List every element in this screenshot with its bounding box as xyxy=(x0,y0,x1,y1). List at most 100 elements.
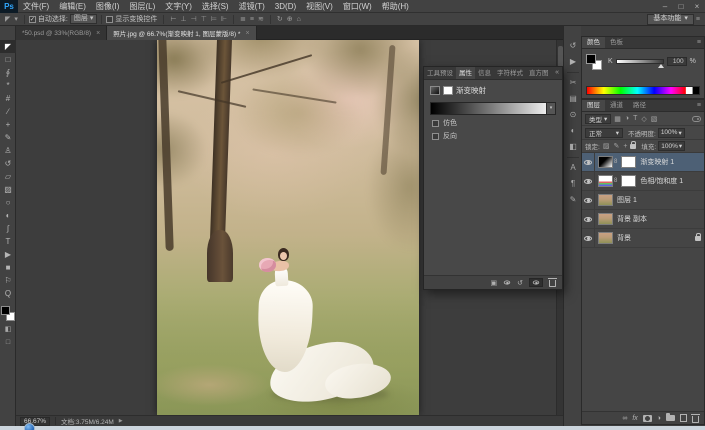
blend-mode-dropdown[interactable]: 正常 ▾ xyxy=(585,127,623,138)
adjustments-panel-icon[interactable]: ◐ xyxy=(564,123,582,139)
paragraph-panel-icon[interactable]: ¶ xyxy=(564,176,582,192)
filter-type-layers-icon[interactable]: T xyxy=(632,115,638,122)
reverse-checkbox[interactable] xyxy=(432,132,439,140)
workspace-menu-icon[interactable]: ≡ xyxy=(694,16,702,23)
foreground-color-swatch[interactable] xyxy=(0,306,10,315)
swatches-panel-icon[interactable]: ▤ xyxy=(564,91,582,107)
auto-select-checkbox[interactable]: ✓ xyxy=(28,15,36,23)
slider-knob-icon[interactable] xyxy=(657,64,664,68)
clip-to-layer-icon[interactable]: ▣ xyxy=(491,279,498,287)
healing-brush-tool[interactable]: + xyxy=(0,118,16,131)
toggle-visibility-button[interactable] xyxy=(529,278,543,287)
align-left-icon[interactable]: ⊢ xyxy=(168,15,178,23)
styles-panel-icon[interactable]: ◧ xyxy=(564,139,582,155)
layer-visibility-toggle[interactable] xyxy=(582,191,595,209)
menu-image[interactable]: 图像(I) xyxy=(91,0,125,13)
shape-tool[interactable]: ■ xyxy=(0,261,16,274)
auto-select-dropdown[interactable]: 图层 ▾ xyxy=(69,14,98,24)
layer-visibility-toggle[interactable] xyxy=(582,172,595,190)
tab-info[interactable]: 信息 xyxy=(475,67,494,79)
character-panel-icon[interactable]: A xyxy=(564,160,582,176)
dither-checkbox[interactable] xyxy=(432,119,439,127)
menu-view[interactable]: 视图(V) xyxy=(301,0,338,13)
menu-window[interactable]: 窗口(W) xyxy=(338,0,377,13)
layer-thumbnail[interactable] xyxy=(598,213,613,225)
menu-help[interactable]: 帮助(H) xyxy=(377,0,414,13)
menu-filter[interactable]: 滤镜(T) xyxy=(234,0,270,13)
blur-tool[interactable]: ○ xyxy=(0,196,16,209)
k-value-field[interactable]: 100 xyxy=(666,57,687,66)
gradient-tool[interactable]: ▨ xyxy=(0,183,16,196)
pen-tool[interactable]: ∫ xyxy=(0,222,16,235)
filter-toggle-switch[interactable] xyxy=(692,115,701,122)
delete-adjustment-icon[interactable] xyxy=(548,278,557,287)
close-tab-icon[interactable]: × xyxy=(96,30,100,37)
align-top-icon[interactable]: ⊤ xyxy=(199,15,209,23)
filter-adjustment-layers-icon[interactable]: ◑ xyxy=(624,115,630,122)
quick-mask-button[interactable]: ◧ xyxy=(0,323,16,336)
lock-all-icon[interactable] xyxy=(630,140,637,149)
clone-stamp-tool[interactable]: ♙ xyxy=(0,144,16,157)
history-brush-tool[interactable]: ↺ xyxy=(0,157,16,170)
history-panel-icon[interactable]: ↺ xyxy=(564,38,582,54)
filter-kind-dropdown[interactable]: 类型 ▾ xyxy=(585,113,612,124)
tab-properties[interactable]: 属性 xyxy=(456,67,475,79)
workspace-switcher-button[interactable]: 基本功能 ▾ xyxy=(647,13,694,25)
fill-field[interactable]: 100% ▾ xyxy=(658,141,686,151)
layer-row-gradient-map[interactable]: 8 渐变映射 1 xyxy=(582,153,704,172)
hand-tool[interactable]: ⚐ xyxy=(0,274,16,287)
filter-smart-objects-icon[interactable]: ▧ xyxy=(650,115,659,123)
zoom-tool[interactable]: Q xyxy=(0,287,16,300)
align-middle-icon[interactable]: ⊨ xyxy=(209,15,219,23)
path-selection-tool[interactable]: ▶ xyxy=(0,248,16,261)
type-tool[interactable]: T xyxy=(0,235,16,248)
document-tab-inactive[interactable]: *50.psd @ 33%(RGB/8) × xyxy=(16,26,108,40)
align-bottom-icon[interactable]: ⊩ xyxy=(219,15,229,23)
layer-row-layer1[interactable]: 图层 1 xyxy=(582,191,704,210)
k-slider[interactable] xyxy=(615,59,664,68)
distribute-right-icon[interactable]: ≋ xyxy=(256,15,266,23)
adjustment-thumbnail[interactable] xyxy=(598,175,613,187)
screen-mode-button[interactable]: □ xyxy=(0,336,16,349)
menu-edit[interactable]: 编辑(E) xyxy=(54,0,91,13)
foreground-color-swatch[interactable] xyxy=(586,54,596,64)
show-transform-checkbox[interactable] xyxy=(106,15,114,23)
layer-row-background-copy[interactable]: 背景 副本 xyxy=(582,210,704,229)
tab-swatches[interactable]: 色板 xyxy=(605,37,628,48)
layer-style-button[interactable]: fx xyxy=(632,413,637,424)
menu-select[interactable]: 选择(S) xyxy=(197,0,234,13)
filter-pixel-layers-icon[interactable]: ▦ xyxy=(613,115,622,123)
distribute-left-icon[interactable]: ≣ xyxy=(238,15,248,23)
align-right-icon[interactable]: ⊣ xyxy=(189,15,199,23)
tab-histogram[interactable]: 直方图 xyxy=(526,67,552,79)
actions-panel-icon[interactable]: ▶ xyxy=(564,54,582,70)
status-flyout-icon[interactable]: ▶ xyxy=(119,418,123,424)
clone-source-panel-icon[interactable]: ✂ xyxy=(564,75,582,91)
roll-3d-icon[interactable]: ⊕ xyxy=(285,15,295,23)
reverse-option[interactable]: 反向 xyxy=(424,128,562,141)
tab-paths[interactable]: 路径 xyxy=(628,100,651,111)
brush-tool[interactable]: ✎ xyxy=(0,131,16,144)
document-tab-active[interactable]: 照片.jpg @ 66.7%(渐变映射 1, 图层蒙版/8) * × xyxy=(107,26,257,40)
add-layer-mask-button[interactable] xyxy=(642,414,652,422)
new-group-button[interactable] xyxy=(666,413,675,421)
tab-color[interactable]: 颜色 xyxy=(582,37,605,48)
layer-name[interactable]: 渐变映射 1 xyxy=(640,157,674,167)
lock-transparency-icon[interactable]: ▨ xyxy=(602,142,611,150)
lock-position-icon[interactable]: + xyxy=(622,143,628,150)
menu-layer[interactable]: 图层(L) xyxy=(124,0,160,13)
layer-row-hue-saturation[interactable]: 8 色相/饱和度 1 xyxy=(582,172,704,191)
layer-visibility-toggle[interactable] xyxy=(582,210,595,228)
gradient-editor-bar[interactable]: ▾ xyxy=(430,102,556,115)
menu-file[interactable]: 文件(F) xyxy=(18,0,54,13)
dither-option[interactable]: 仿色 xyxy=(424,115,562,128)
layer-name[interactable]: 背景 xyxy=(617,233,631,243)
eyedropper-tool[interactable]: ∕ xyxy=(0,105,16,118)
quick-selection-tool[interactable]: * xyxy=(0,79,16,92)
new-adjustment-layer-button[interactable]: ◑ xyxy=(657,413,661,424)
delete-layer-button[interactable] xyxy=(691,413,700,423)
crop-tool[interactable]: # xyxy=(0,92,16,105)
tool-preset-arrow-icon[interactable]: ▾ xyxy=(12,15,20,23)
gradient-picker-arrow-icon[interactable]: ▾ xyxy=(546,103,555,114)
menu-type[interactable]: 文字(Y) xyxy=(160,0,197,13)
